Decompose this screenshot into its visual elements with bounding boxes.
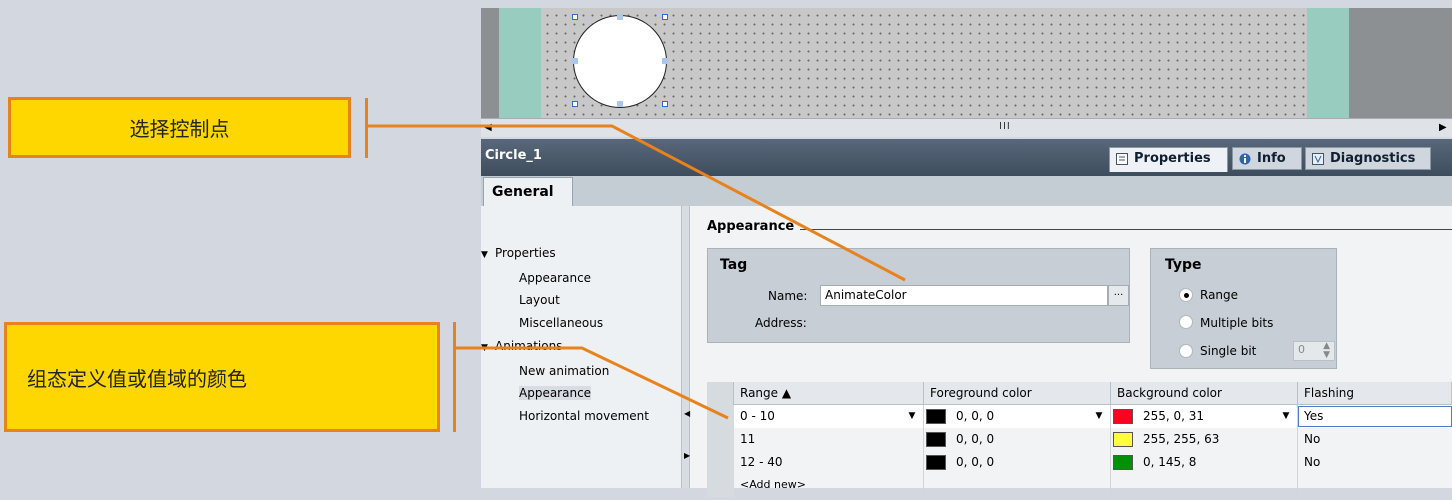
leader-line-control-points: [366, 124, 906, 282]
leader-line-color-config: [455, 346, 729, 420]
leader-lines: [366, 124, 906, 420]
